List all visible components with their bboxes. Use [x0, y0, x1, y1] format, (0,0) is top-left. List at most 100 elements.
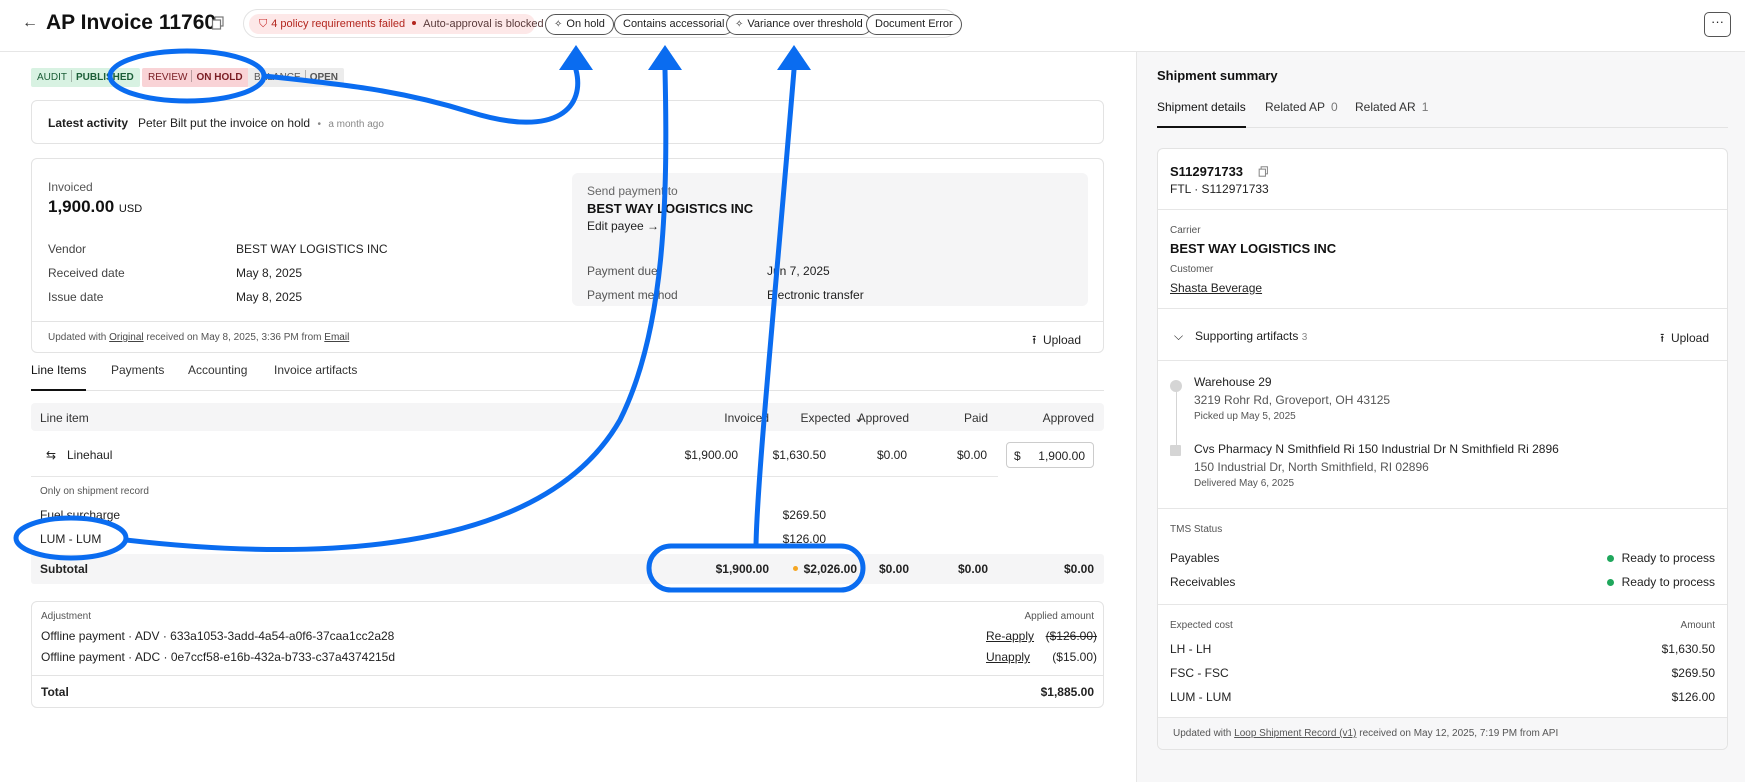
subtotal-label: Subtotal — [40, 562, 88, 576]
supporting-artifacts-toggle[interactable]: Supporting artifacts 3 — [1195, 329, 1307, 343]
subtotal-approved-total: $0.00 — [1063, 562, 1094, 576]
payee-name: BEST WAY LOGISTICS INC — [587, 201, 754, 216]
balance-status-badge: BALANCE OPEN — [248, 68, 345, 87]
divider — [1158, 308, 1727, 309]
sparkle-icon: ✧ — [554, 19, 563, 30]
subtotal-paid: $0.00 — [957, 562, 988, 576]
chip-variance-over-threshold[interactable]: ✧ Variance over threshold — [726, 14, 872, 35]
cost-row-amount: $269.50 — [1671, 666, 1715, 680]
shipment-footer: Updated with Loop Shipment Record (v1) r… — [1158, 717, 1727, 749]
policy-failed-text: 4 policy requirements failed — [271, 18, 406, 30]
col-expected[interactable]: Expected ⌄ — [801, 411, 864, 425]
tab-related-ar[interactable]: Related AR 1 — [1355, 100, 1428, 128]
stop1-address: 3219 Rohr Rd, Groveport, OH 43125 — [1194, 393, 1391, 407]
tms-status-label: TMS Status — [1170, 524, 1223, 535]
upload-button[interactable]: ⭱ Upload — [1032, 331, 1081, 352]
tab-related-ap[interactable]: Related AP 0 — [1265, 100, 1338, 128]
invoice-update-info: Updated with Original received on May 8,… — [48, 332, 350, 343]
payment-method-value: Electronic transfer — [767, 288, 864, 302]
received-date-value: May 8, 2025 — [236, 266, 303, 280]
separator-dot — [412, 21, 417, 25]
linehaul-approved-input[interactable]: $ 1,900.00 — [1006, 442, 1094, 468]
stop1-name: Warehouse 29 — [1194, 375, 1272, 389]
payment-due-value: Jun 7, 2025 — [767, 264, 830, 278]
auto-approval-blocked-text: Auto-approval is blocked — [423, 18, 544, 30]
payment-method-label: Payment method — [587, 288, 678, 302]
issue-date-label: Issue date — [48, 290, 104, 304]
subtotal-expected: $2,026.00 — [792, 562, 857, 576]
tab-invoice-artifacts[interactable]: Invoice artifacts — [274, 363, 357, 391]
back-arrow-icon[interactable]: ← — [22, 14, 38, 32]
tab-payments[interactable]: Payments — [111, 363, 164, 391]
top-bar: ← AP Invoice 11760 ⛉ 4 policy requirement… — [0, 0, 1745, 52]
amount-label: Amount — [1680, 620, 1715, 631]
fuel-surcharge-expected: $269.50 — [782, 508, 826, 522]
cost-row-amount: $126.00 — [1671, 690, 1715, 704]
status-dot-icon — [1606, 555, 1614, 562]
reapply-link[interactable]: Re-apply — [986, 629, 1034, 643]
shipment-summary-panel: Shipment summary Shipment details Relate… — [1136, 52, 1745, 782]
divider — [1158, 508, 1727, 509]
tab-accounting[interactable]: Accounting — [188, 363, 247, 391]
lum-expected: $126.00 — [782, 532, 826, 546]
row-divider — [31, 476, 998, 477]
stop2-address: 150 Industrial Dr, North Smithfield, RI … — [1194, 460, 1429, 474]
vendor-value: BEST WAY LOGISTICS INC — [236, 242, 388, 256]
upload-artifact-button[interactable]: ⭱ Upload — [1660, 329, 1709, 350]
subtotal-row: Subtotal $1,900.00 $2,026.00 $0.00 $0.00… — [31, 554, 1104, 584]
shipment-record-link[interactable]: Loop Shipment Record (v1) — [1234, 728, 1356, 739]
customer-link[interactable]: Shasta Beverage — [1170, 281, 1262, 295]
cost-row-name: LH - LH — [1170, 642, 1212, 656]
shipment-update-info: Updated with Loop Shipment Record (v1) r… — [1173, 728, 1559, 739]
cost-row-amount: $1,630.50 — [1661, 642, 1715, 656]
copy-icon[interactable] — [1258, 166, 1269, 177]
chip-document-error[interactable]: Document Error — [866, 14, 962, 35]
edit-payee-link[interactable]: Edit payee → — [587, 219, 659, 233]
adjustment-amount-2: ($15.00) — [1052, 650, 1097, 664]
divider — [1158, 209, 1727, 210]
total-row: Total $1,885.00 — [32, 675, 1103, 707]
total-label: Total — [41, 685, 69, 699]
chip-on-hold[interactable]: ✧ On hold — [545, 14, 614, 35]
send-payment-panel: Send payment to BEST WAY LOGISTICS INC E… — [572, 173, 1088, 306]
invoiced-label: Invoiced — [48, 180, 93, 194]
sparkle-icon: ✧ — [735, 19, 744, 30]
payment-due-label: Payment due — [587, 264, 658, 278]
col-approved-input: Approved — [1042, 411, 1094, 425]
chip-contains-accessorial[interactable]: Contains accessorial — [614, 14, 734, 35]
invoice-summary-card: Invoiced 1,900.00 USD Vendor BEST WAY LO… — [31, 158, 1104, 353]
status-dot-icon — [1606, 579, 1614, 586]
copy-icon[interactable] — [211, 16, 225, 30]
payables-status: Ready to process — [1606, 551, 1715, 565]
original-document-link[interactable]: Original — [109, 332, 143, 343]
tab-shipment-details[interactable]: Shipment details — [1157, 100, 1246, 128]
payables-label: Payables — [1170, 551, 1220, 565]
unapply-link[interactable]: Unapply — [986, 650, 1030, 664]
receivables-status: Ready to process — [1606, 575, 1715, 589]
delivery-stop-icon — [1170, 445, 1181, 456]
chevron-down-icon[interactable]: ⌵ — [1174, 329, 1183, 344]
only-on-shipment-label: Only on shipment record — [40, 486, 149, 497]
invoiced-amount: 1,900.00 USD — [48, 197, 143, 216]
linehaul-expected: $1,630.50 — [772, 448, 826, 462]
shipment-id: S112971733 — [1170, 164, 1244, 179]
email-source-link[interactable]: Email — [324, 332, 349, 343]
more-options-button[interactable]: ··· — [1704, 12, 1731, 37]
receivables-label: Receivables — [1170, 575, 1236, 589]
linehaul-icon: ⇆ — [46, 448, 57, 462]
upload-icon: ⭱ — [1660, 331, 1665, 345]
policy-failure-pill[interactable]: ⛉ 4 policy requirements failed Auto-approv… — [249, 14, 544, 34]
col-paid: Paid — [963, 411, 988, 425]
adjustment-row-1: Offline payment · ADV · 633a1053-3add-4a… — [41, 629, 395, 643]
col-approved: Approved — [857, 411, 909, 425]
variance-dot — [792, 566, 798, 571]
tab-line-items[interactable]: Line Items — [31, 363, 87, 391]
stop2-time: Delivered May 6, 2025 — [1194, 478, 1295, 489]
stop1-time: Picked up May 5, 2025 — [1194, 411, 1296, 422]
latest-activity-label: Latest activity — [48, 116, 129, 130]
linehaul-invoiced: $1,900.00 — [684, 448, 738, 462]
received-date-label: Received date — [48, 266, 125, 280]
shipment-mode: FTL · S112971733 — [1170, 182, 1269, 196]
col-line-item: Line item — [40, 411, 89, 425]
invoice-footer: Updated with Original received on May 8,… — [32, 321, 1103, 353]
